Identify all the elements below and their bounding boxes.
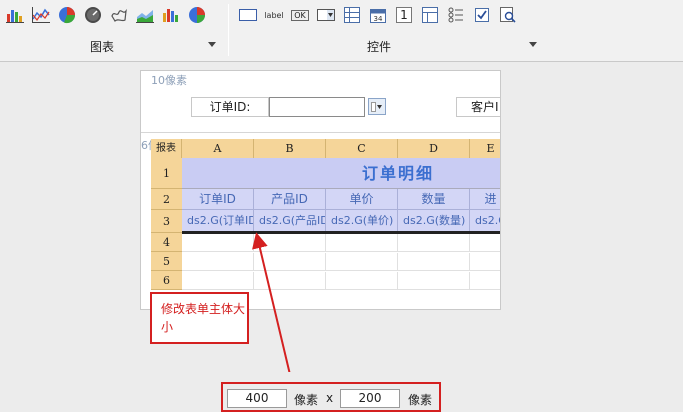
size-separator: x (326, 391, 334, 405)
width-input[interactable]: 400 (227, 389, 287, 408)
size-bar: 400 像素 x 200 像素 (0, 372, 683, 412)
annotation-callout: 修改表单主体大小 (150, 292, 249, 344)
width-unit-label: 像素 (294, 393, 319, 407)
size-highlight-box: 400 像素 x 200 像素 (221, 382, 441, 412)
height-unit-label: 像素 (408, 393, 433, 407)
callout-arrow (252, 232, 293, 384)
annotation-arrows (252, 232, 293, 384)
height-input[interactable]: 200 (340, 389, 400, 408)
